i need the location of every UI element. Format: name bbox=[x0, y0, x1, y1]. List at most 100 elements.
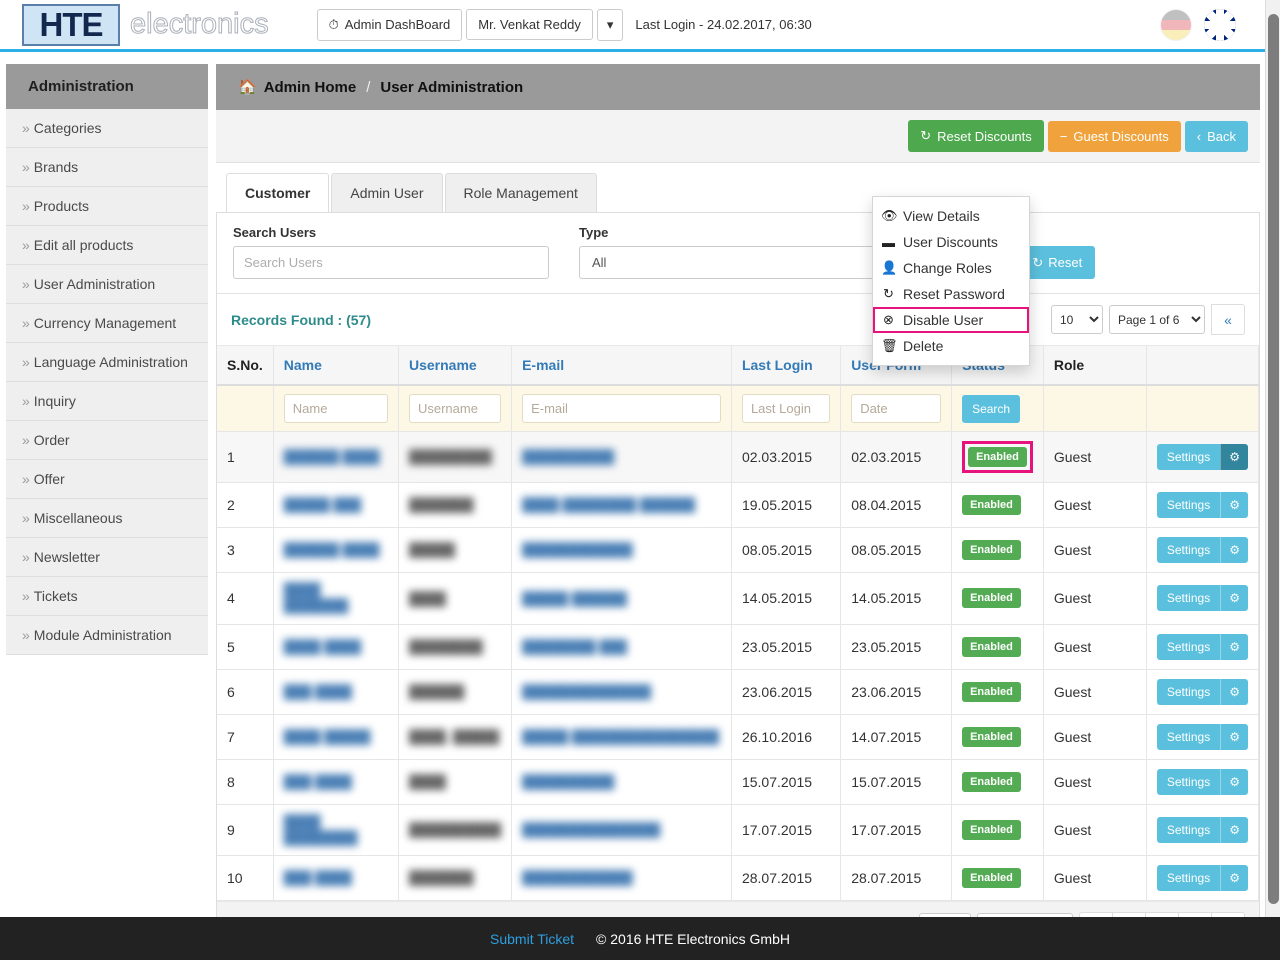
settings-button[interactable]: Settings bbox=[1156, 633, 1221, 660]
gear-icon-button[interactable]: ⚙ bbox=[1220, 816, 1248, 843]
reset-discounts-button[interactable]: ↻ Reset Discounts bbox=[908, 120, 1044, 152]
sidebar-item-inquiry[interactable]: » Inquiry bbox=[6, 382, 208, 421]
sidebar-item-module-administration[interactable]: » Module Administration bbox=[6, 616, 208, 655]
table-row[interactable]: 6 ███ ████ ██████ ██████████████ 23.06.2… bbox=[217, 669, 1260, 715]
gear-icon-button[interactable]: ⚙ bbox=[1220, 768, 1248, 795]
gear-icon-button[interactable]: ⚙ bbox=[1220, 537, 1248, 563]
sidebar-item-miscellaneous[interactable]: » Miscellaneous bbox=[6, 499, 208, 538]
reset-button[interactable]: ↻ Reset bbox=[1019, 246, 1096, 279]
cell-name[interactable]: ████ ████████ bbox=[273, 804, 399, 856]
table-row[interactable]: 1 ██████ ████ █████████ ██████████ 02.03… bbox=[217, 431, 1260, 483]
breadcrumb-home[interactable]: Admin Home bbox=[264, 79, 357, 96]
filter-date-input[interactable] bbox=[851, 394, 942, 423]
page-size-select-top[interactable]: 10 bbox=[1051, 305, 1103, 334]
search-users-input[interactable] bbox=[233, 246, 549, 279]
menu-item-reset-password[interactable]: ↻ Reset Password bbox=[873, 281, 1029, 307]
filter-email-input[interactable] bbox=[522, 394, 721, 423]
tab-customer[interactable]: Customer bbox=[226, 173, 330, 212]
column-header-name[interactable]: Name bbox=[273, 346, 399, 386]
table-row[interactable]: 2 █████ ███ ███████ ████ ████████ ██████… bbox=[217, 482, 1260, 528]
table-row[interactable]: 7 ████ █████ ████, █████ █████ █████████… bbox=[217, 714, 1260, 760]
settings-button[interactable]: Settings bbox=[1156, 444, 1221, 470]
cell-email[interactable]: ████████████ bbox=[511, 527, 732, 573]
sidebar-item-products[interactable]: » Products bbox=[6, 187, 208, 226]
gear-icon-button[interactable]: ⚙ bbox=[1220, 633, 1248, 660]
cell-email[interactable]: ███████████████ bbox=[511, 804, 732, 856]
cell-email[interactable]: ████████████ bbox=[511, 855, 732, 901]
table-row[interactable]: 9 ████ ████████ ██████████ █████████████… bbox=[217, 804, 1260, 856]
cell-name[interactable]: █████ ███ bbox=[273, 482, 399, 528]
cell-email[interactable]: ██████████████ bbox=[511, 669, 732, 715]
cell-name[interactable]: ███ ████ bbox=[273, 855, 399, 901]
sidebar-item-language-administration[interactable]: » Language Administration bbox=[6, 343, 208, 382]
settings-button[interactable]: Settings bbox=[1156, 537, 1221, 563]
column-header-last-login[interactable]: Last Login bbox=[731, 346, 842, 386]
brand-logo[interactable]: HTE electronics bbox=[22, 3, 269, 46]
sidebar-item-offer[interactable]: » Offer bbox=[6, 460, 208, 499]
cell-name[interactable]: ███ ████ bbox=[273, 669, 399, 715]
gear-icon-button[interactable]: ⚙ bbox=[1220, 492, 1248, 518]
table-row[interactable]: 8 ███ ████ ████ ██████████ 15.07.2015 15… bbox=[217, 759, 1260, 805]
submit-ticket-link[interactable]: Submit Ticket bbox=[490, 931, 574, 947]
sidebar-item-user-administration[interactable]: » User Administration bbox=[6, 265, 208, 304]
first-page-button[interactable]: « bbox=[1211, 304, 1245, 335]
settings-button[interactable]: Settings bbox=[1156, 492, 1221, 518]
gear-icon-button[interactable]: ⚙ bbox=[1220, 585, 1248, 612]
gear-icon-button[interactable]: ⚙ bbox=[1220, 678, 1248, 705]
gb-flag-icon[interactable] bbox=[1204, 8, 1236, 41]
menu-item-change-roles[interactable]: 👤 Change Roles bbox=[873, 255, 1029, 281]
gear-icon-button[interactable]: ⚙ bbox=[1220, 865, 1248, 891]
table-row[interactable]: 4 ████ ███████ ████ █████ ██████ 14.05.2… bbox=[217, 572, 1260, 625]
menu-item-view-details[interactable]: 👁 View Details bbox=[873, 203, 1029, 229]
user-menu-toggle[interactable]: ▾ bbox=[596, 8, 624, 41]
cell-email[interactable]: ██████████ bbox=[511, 431, 732, 483]
sidebar-item-categories[interactable]: » Categories bbox=[6, 109, 208, 148]
table-row[interactable]: 5 ████ ████ ████████ ████████ ███ 23.05.… bbox=[217, 624, 1260, 670]
gear-icon-button[interactable]: ⚙ bbox=[1220, 444, 1248, 470]
current-user-button[interactable]: Mr. Venkat Reddy bbox=[466, 9, 593, 40]
filter-last-login-input[interactable] bbox=[741, 394, 831, 423]
cell-email[interactable]: █████ ████████████████ bbox=[511, 714, 732, 760]
gear-icon-button[interactable]: ⚙ bbox=[1220, 723, 1248, 750]
cell-email[interactable]: █████ ██████ bbox=[511, 572, 732, 625]
tab-role-management[interactable]: Role Management bbox=[444, 173, 597, 212]
cell-name[interactable]: ████ ████ bbox=[273, 624, 399, 670]
tab-admin-user[interactable]: Admin User bbox=[331, 173, 443, 212]
settings-button[interactable]: Settings bbox=[1156, 723, 1221, 750]
sidebar-item-brands[interactable]: » Brands bbox=[6, 148, 208, 187]
back-button[interactable]: ‹ Back bbox=[1184, 120, 1248, 152]
cell-name[interactable]: ██████ ████ bbox=[273, 431, 399, 483]
sidebar-item-order[interactable]: » Order bbox=[6, 421, 208, 460]
settings-button[interactable]: Settings bbox=[1156, 585, 1221, 612]
settings-button[interactable]: Settings bbox=[1156, 865, 1221, 891]
cell-name[interactable]: ██████ ████ bbox=[273, 527, 399, 573]
settings-button[interactable]: Settings bbox=[1156, 768, 1221, 795]
menu-item-user-discounts[interactable]: ▬ User Discounts bbox=[873, 229, 1029, 255]
vertical-scrollbar[interactable] bbox=[1265, 0, 1280, 917]
sidebar-item-newsletter[interactable]: » Newsletter bbox=[6, 538, 208, 577]
table-row[interactable]: 3 ██████ ████ █████ ████████████ 08.05.2… bbox=[217, 527, 1260, 573]
page-select-top[interactable]: Page 1 of 6 bbox=[1109, 305, 1205, 334]
admin-dashboard-button[interactable]: ⏱ Admin DashBoard bbox=[316, 8, 463, 41]
scrollbar-thumb[interactable] bbox=[1268, 14, 1279, 904]
sidebar-item-tickets[interactable]: » Tickets bbox=[6, 577, 208, 616]
cell-email[interactable]: ██████████ bbox=[511, 759, 732, 805]
sidebar-item-currency-management[interactable]: » Currency Management bbox=[6, 304, 208, 343]
de-flag-icon[interactable] bbox=[1160, 8, 1192, 41]
type-select[interactable]: All bbox=[579, 246, 895, 279]
cell-name[interactable]: ████ ███████ bbox=[273, 572, 399, 625]
table-row[interactable]: 10 ███ ████ ███████ ████████████ 28.07.2… bbox=[217, 855, 1260, 901]
filter-search-button[interactable]: Search bbox=[962, 394, 1021, 423]
cell-name[interactable]: ████ █████ bbox=[273, 714, 399, 760]
settings-button[interactable]: Settings bbox=[1156, 678, 1221, 705]
cell-name[interactable]: ███ ████ bbox=[273, 759, 399, 805]
sidebar-item-edit-all-products[interactable]: » Edit all products bbox=[6, 226, 208, 265]
column-header-email[interactable]: E-mail bbox=[511, 346, 732, 386]
settings-button[interactable]: Settings bbox=[1156, 816, 1221, 843]
menu-item-delete[interactable]: 🗑 Delete bbox=[873, 333, 1029, 359]
cell-email[interactable]: ████ ████████ ██████ bbox=[511, 482, 732, 528]
column-header-username[interactable]: Username bbox=[398, 346, 513, 386]
cell-email[interactable]: ████████ ███ bbox=[511, 624, 732, 670]
guest-discounts-button[interactable]: − Guest Discounts bbox=[1047, 120, 1181, 152]
filter-username-input[interactable] bbox=[408, 394, 502, 423]
